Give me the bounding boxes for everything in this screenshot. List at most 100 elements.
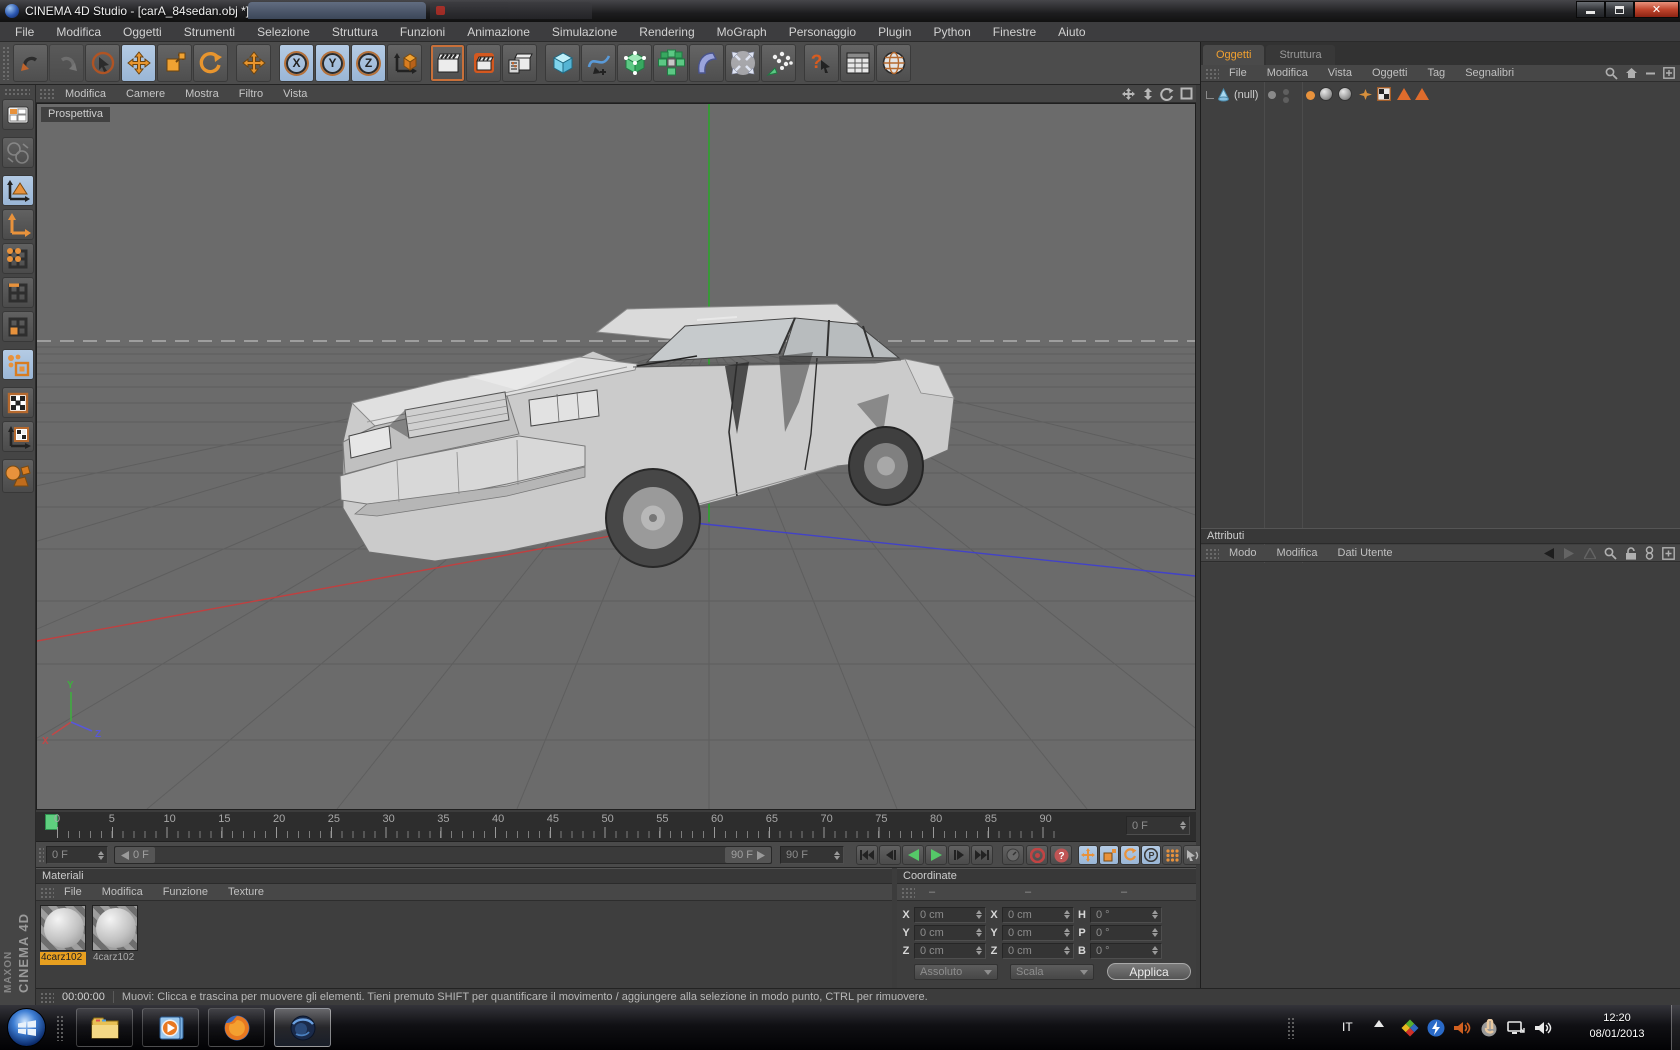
toolbar-grip[interactable] xyxy=(2,46,10,80)
render-visibility-dot[interactable] xyxy=(1283,89,1289,95)
taskbar-file-explorer[interactable] xyxy=(76,1008,133,1047)
render-picture-viewer-button[interactable] xyxy=(466,44,501,82)
undo-button[interactable] xyxy=(13,44,48,82)
viewport-menu-camere[interactable]: Camere xyxy=(116,88,175,100)
point-mode-button[interactable] xyxy=(2,243,34,274)
materials-panel-title[interactable]: Materiali xyxy=(36,868,892,884)
xpresso-button[interactable] xyxy=(840,44,875,82)
material-thumbnail[interactable] xyxy=(92,905,138,951)
material-thumbnail[interactable] xyxy=(40,905,86,951)
move-tool-button[interactable] xyxy=(121,44,156,82)
menu-personaggio[interactable]: Personaggio xyxy=(778,22,867,42)
texture-tag-icon[interactable] xyxy=(1338,87,1352,101)
materials-grip[interactable] xyxy=(40,887,54,898)
dolly-view-icon[interactable] xyxy=(1142,87,1154,101)
current-frame-field[interactable]: 0 F xyxy=(46,846,108,864)
object-tree[interactable]: (null) xyxy=(1201,82,1680,563)
om-menu-file[interactable]: File xyxy=(1219,67,1257,79)
close-button[interactable]: ✕ xyxy=(1634,1,1679,18)
minimize-button[interactable] xyxy=(1576,1,1605,18)
spinner-icon[interactable] xyxy=(1062,910,1071,919)
om-menu-tag[interactable]: Tag xyxy=(1417,67,1455,79)
menu-aiuto[interactable]: Aiuto xyxy=(1047,22,1096,42)
viewport-menu-vista[interactable]: Vista xyxy=(273,88,317,100)
menu-strumenti[interactable]: Strumenti xyxy=(173,22,246,42)
om-menu-vista[interactable]: Vista xyxy=(1318,67,1362,79)
history-back-icon[interactable] xyxy=(1542,548,1555,559)
end-frame-field[interactable]: 90 F xyxy=(780,846,844,864)
menu-finestre[interactable]: Finestre xyxy=(982,22,1047,42)
coordinate-scale-dropdown[interactable]: Scala xyxy=(1010,964,1094,980)
texture-tag-icon[interactable] xyxy=(1319,87,1333,101)
menu-mograph[interactable]: MoGraph xyxy=(706,22,778,42)
spinner-icon[interactable] xyxy=(974,910,983,919)
coordinate-mode-dropdown[interactable]: Assoluto xyxy=(914,964,998,980)
polygon-mode-button[interactable] xyxy=(2,311,34,342)
om-menu-segnalibri[interactable]: Segnalibri xyxy=(1455,67,1524,79)
phong-tag-icon[interactable] xyxy=(1397,88,1411,100)
lock-z-axis-button[interactable]: Z xyxy=(351,44,386,82)
rotate-view-icon[interactable] xyxy=(1160,87,1174,101)
previous-key-button[interactable] xyxy=(879,845,901,865)
taskbar-clock[interactable]: 12:20 08/01/2013 xyxy=(1572,1010,1662,1042)
menu-file[interactable]: File xyxy=(4,22,45,42)
spinner-icon[interactable] xyxy=(1062,946,1071,955)
background-window[interactable] xyxy=(430,2,592,19)
materials-menu-funzione[interactable]: Funzione xyxy=(153,886,218,898)
workplane-mode-button[interactable] xyxy=(2,459,34,493)
keyframe-selection-button[interactable]: ? xyxy=(1050,845,1072,865)
tray-language[interactable]: IT xyxy=(1342,1020,1353,1034)
tray-expand-icon[interactable] xyxy=(1372,1018,1391,1037)
viewport-camera-label[interactable]: Prospettiva xyxy=(41,107,110,122)
arrow-up-icon[interactable] xyxy=(1584,548,1596,559)
object-name[interactable]: (null) xyxy=(1234,89,1258,101)
tray-volume-orange-icon[interactable] xyxy=(1452,1018,1471,1037)
perspective-viewport[interactable]: Y X Z Prospettiva xyxy=(36,103,1196,810)
attr-menu-modo[interactable]: Modo xyxy=(1219,547,1267,559)
selection-tag-icon[interactable] xyxy=(1306,91,1315,100)
preview-range-slider[interactable]: 0 F 90 F xyxy=(114,846,772,864)
render-view-button[interactable] xyxy=(430,44,465,82)
spinner-icon[interactable] xyxy=(832,851,841,860)
attr-menu-dati-utente[interactable]: Dati Utente xyxy=(1328,547,1403,559)
statusbar-grip[interactable] xyxy=(40,992,54,1003)
phong-tag-icon[interactable] xyxy=(1415,88,1429,100)
timeline-ruler[interactable]: 051015202530354045505560657075808590 0 F xyxy=(36,812,1196,842)
live-selection-button[interactable] xyxy=(85,44,120,82)
rot-h-field[interactable]: 0 ° xyxy=(1090,907,1162,923)
play-forwards-button[interactable] xyxy=(925,845,947,865)
add-spline-button[interactable] xyxy=(581,44,616,82)
make-editable-button[interactable] xyxy=(2,99,34,130)
material-name[interactable]: 4carz102 xyxy=(40,952,86,965)
object-axis-mode-button[interactable] xyxy=(2,209,34,240)
lock-x-axis-button[interactable]: X xyxy=(279,44,314,82)
material-name[interactable]: 4carz102 xyxy=(92,952,138,965)
edit-render-settings-button[interactable] xyxy=(502,44,537,82)
timeline-grip[interactable] xyxy=(38,847,44,863)
start-button[interactable] xyxy=(7,1008,46,1047)
new-panel-icon[interactable] xyxy=(1662,547,1675,560)
search-icon[interactable] xyxy=(1604,547,1617,560)
pos-x-field[interactable]: 0 cm xyxy=(914,907,986,923)
render-visibility-dot2[interactable] xyxy=(1283,97,1289,103)
coordinate-system-button[interactable] xyxy=(387,44,422,82)
om-menu-oggetti[interactable]: Oggetti xyxy=(1362,67,1417,79)
menu-selezione[interactable]: Selezione xyxy=(246,22,321,42)
subdivision-surface-button[interactable] xyxy=(617,44,652,82)
taskbar-media-player[interactable] xyxy=(142,1008,199,1047)
pos-y-field[interactable]: 0 cm xyxy=(914,925,986,941)
viewport-grip[interactable] xyxy=(39,88,55,100)
plus-box-icon[interactable] xyxy=(1663,67,1675,79)
tray-touch-icon[interactable] xyxy=(1479,1018,1498,1037)
content-browser-button[interactable] xyxy=(876,44,911,82)
redo-button[interactable] xyxy=(49,44,84,82)
car-model[interactable] xyxy=(340,304,954,567)
tab-oggetti[interactable]: Oggetti xyxy=(1203,45,1264,65)
materials-menu-texture[interactable]: Texture xyxy=(218,886,274,898)
ruler-frame-field[interactable]: 0 F xyxy=(1126,816,1190,835)
tweak-mode-button[interactable] xyxy=(2,349,34,380)
texture-axis-mode-button[interactable] xyxy=(2,421,34,452)
help-button[interactable]: ? xyxy=(804,44,839,82)
pan-view-icon[interactable] xyxy=(1121,87,1136,101)
range-start-handle[interactable]: 0 F xyxy=(115,847,155,863)
